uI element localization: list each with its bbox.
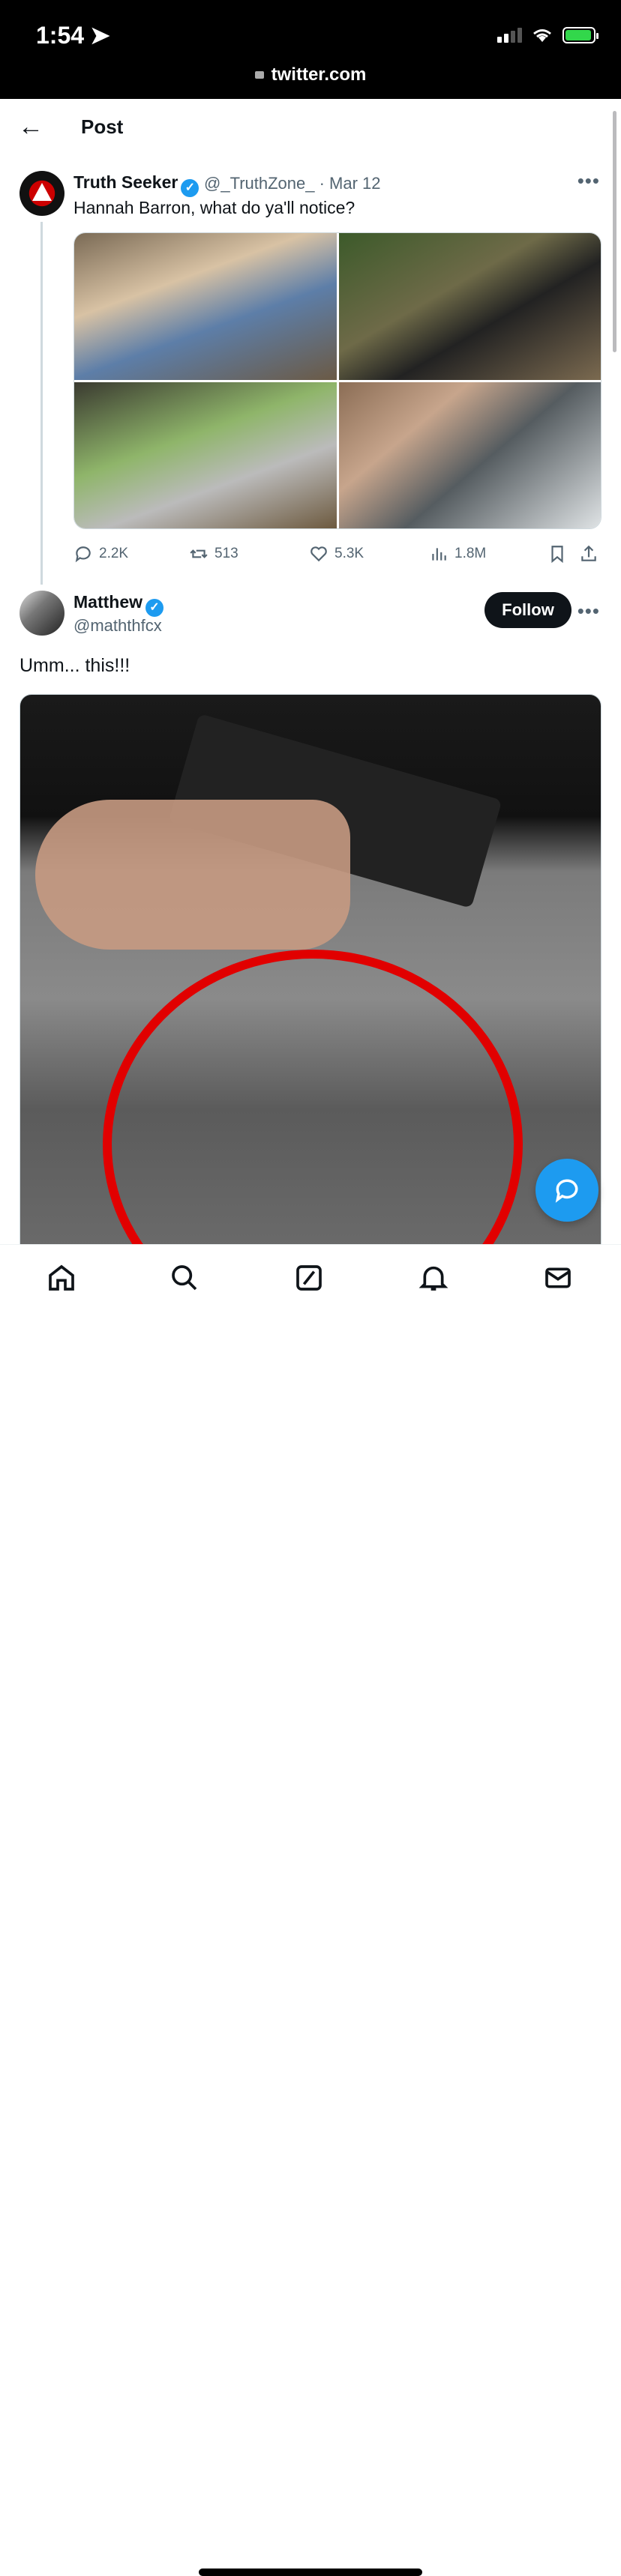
tweet2-handle[interactable]: @maththfcx [74,616,162,636]
tweet2-media-photo[interactable] [20,694,602,1249]
location-arrow-icon: ➤ [90,22,110,49]
author-handle: @_TruthZone_ [204,174,315,193]
retweet-icon [190,549,208,558]
like-icon [310,546,327,562]
url-text: twitter.com [271,64,367,85]
messages-icon [545,1267,571,1288]
compose-fab[interactable] [536,1159,598,1222]
status-icons [497,27,598,43]
battery-icon [562,27,598,43]
views-button[interactable]: 1.8M [429,544,486,564]
search-icon [172,1265,197,1291]
reply-count: 2.2K [99,546,129,561]
grok-icon [296,1265,322,1291]
like-count: 5.3K [334,546,364,561]
post-header: ← Post [0,99,621,156]
retweet-count: 513 [214,546,238,561]
chat-bubble-icon [555,1179,578,1203]
media-photo-3[interactable] [74,381,337,528]
tweet-date[interactable]: · Mar 12 [320,174,381,193]
bookmark-icon [551,546,563,564]
tweet1-text: Hannah Barron, what do ya'll notice? [74,198,356,217]
page-title: Post [81,115,124,138]
hand-graphic [35,800,350,950]
tweet1-meta: @_TruthZone_ · Mar 12 [204,174,381,193]
tab-home[interactable] [46,1263,80,1296]
notifications-icon [418,1266,448,1291]
red-circle-annotation [103,950,523,1248]
lock-icon [254,71,264,79]
tab-grok[interactable] [294,1263,327,1296]
tweet-actions: 2.2K 513 5.3K 1.8M [74,544,602,567]
tab-messages[interactable] [543,1263,576,1296]
more-options-icon[interactable]: ••• [578,169,600,193]
media-grid [74,232,602,529]
media-photo-4[interactable] [338,381,601,528]
share-button[interactable] [579,544,598,564]
avatar-matthew[interactable] [20,591,64,636]
tab-search[interactable] [170,1263,202,1296]
scrollbar[interactable] [613,111,616,352]
bookmark-button[interactable] [548,544,567,564]
thread-line [40,222,43,585]
home-icon [49,1264,74,1291]
home-indicator[interactable] [199,2569,422,2576]
signal-icon [497,28,522,43]
back-arrow-icon[interactable]: ← [18,114,44,139]
views-icon [432,548,446,561]
clock: 1:54 [36,21,85,49]
author-name: Matthew [74,592,142,612]
url-bar[interactable]: twitter.com [0,64,621,85]
wifi-icon [533,29,551,42]
verified-badge-icon: ✓ [181,179,200,197]
verified-badge-icon: ✓ [146,599,164,617]
reply-icon [75,546,91,563]
more-options-icon[interactable]: ••• [578,600,600,623]
status-time: 1:54 ➤ [36,21,110,49]
media-photo-2[interactable] [338,233,601,380]
tab-notifications[interactable] [418,1263,452,1296]
media-photo-1[interactable] [74,233,337,380]
like-button[interactable]: 5.3K [309,544,364,564]
tweet2-author[interactable]: Matthew ✓ [74,592,164,617]
retweet-button[interactable]: 513 [189,544,238,564]
bottom-tab-bar [0,1244,621,2576]
tweet1-author[interactable]: Truth Seeker ✓ [74,172,200,197]
follow-button[interactable]: Follow [484,592,572,628]
author-name: Truth Seeker [74,172,178,192]
share-icon [581,545,596,561]
reply-button[interactable]: 2.2K [74,544,128,564]
status-bar: 1:54 ➤ twitter.com [0,0,621,99]
tweet2-text: Umm... this!!! [20,655,130,676]
view-count: 1.8M [454,546,487,561]
avatar-truth-seeker[interactable] [20,171,64,216]
